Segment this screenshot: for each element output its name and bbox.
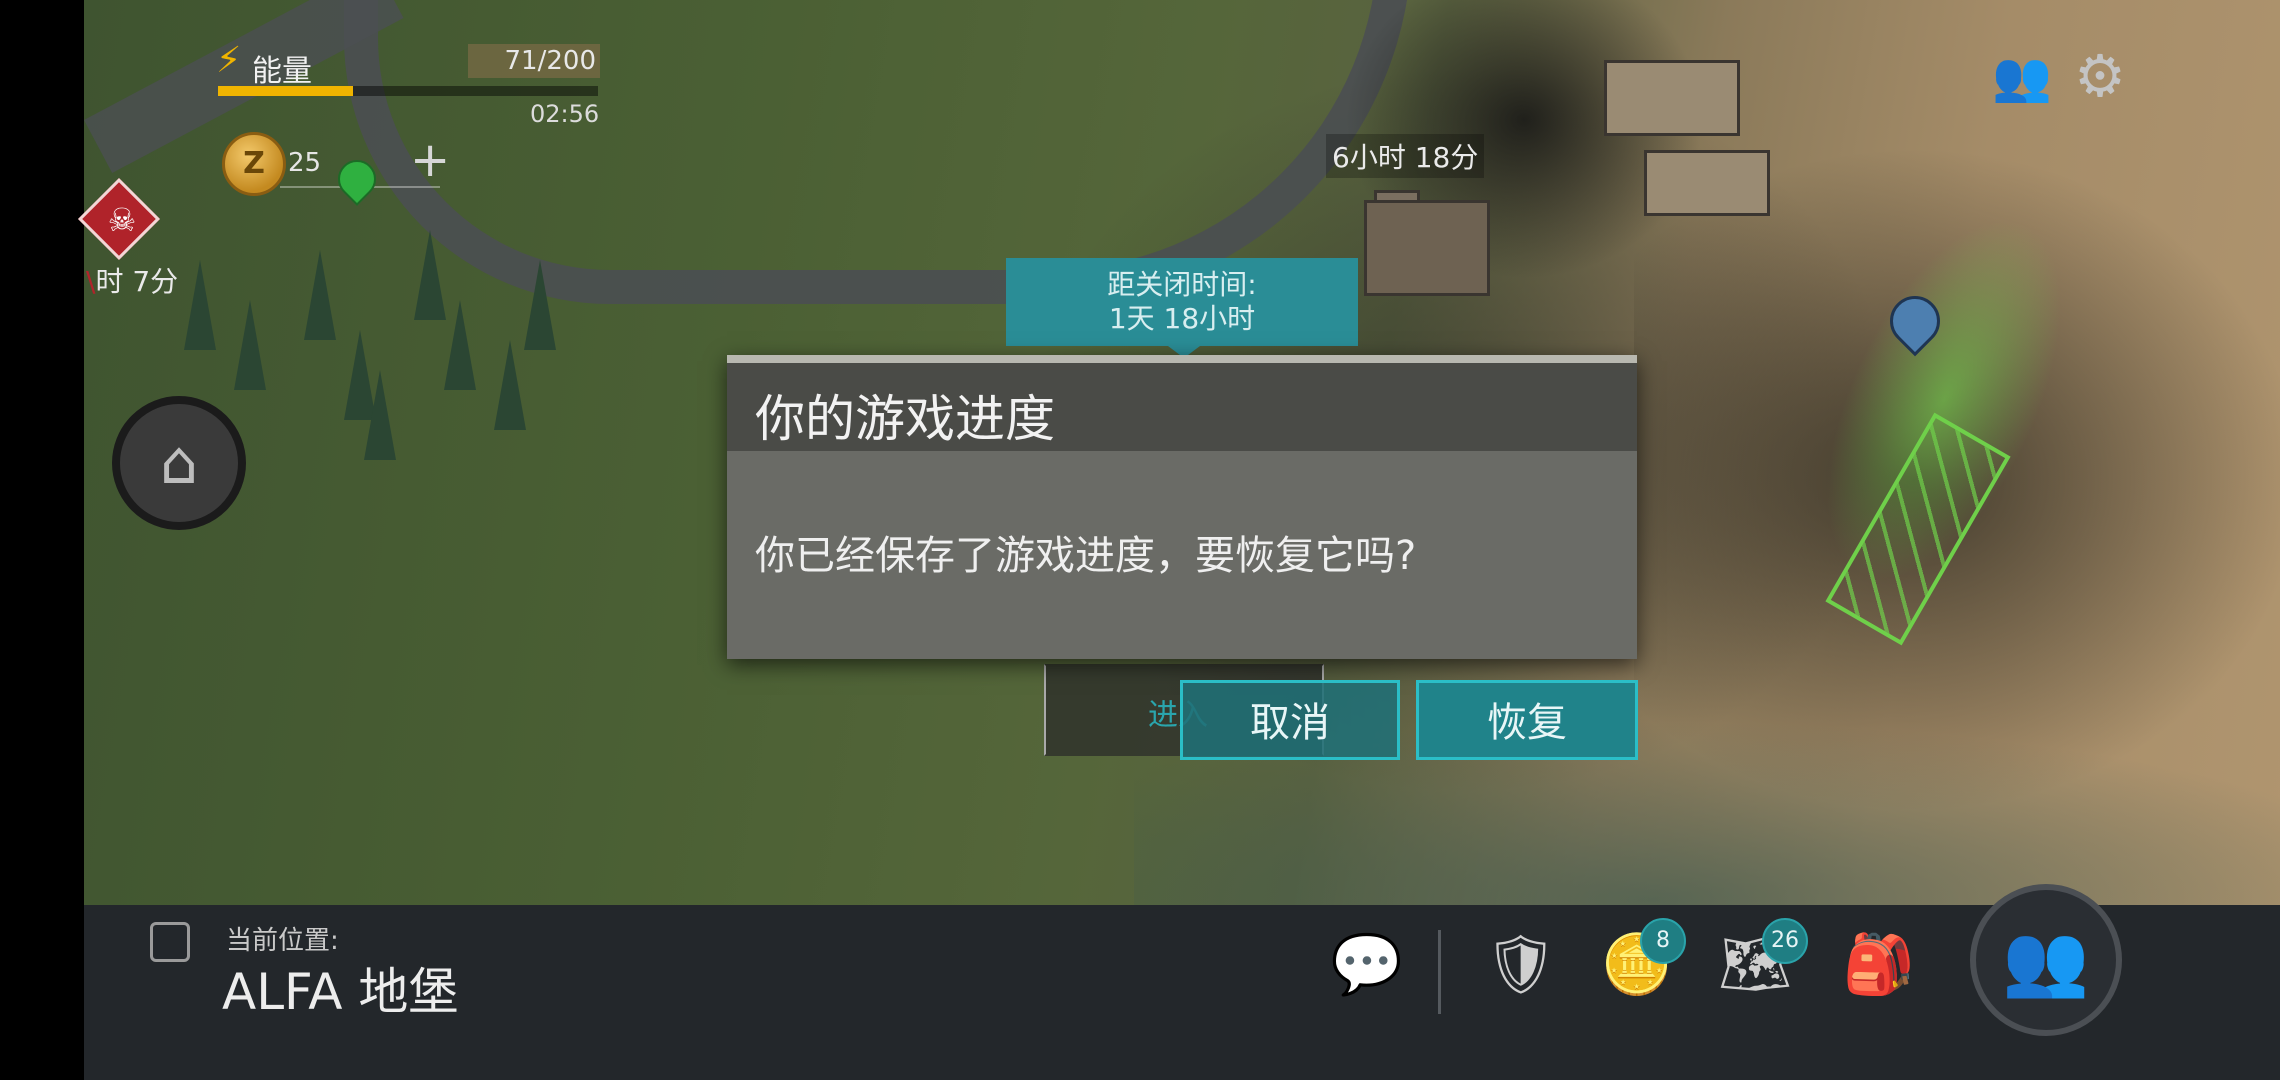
tree	[364, 370, 396, 460]
tree	[524, 260, 556, 350]
bottom-divider	[1438, 930, 1441, 1014]
danger-timer-text: 时 7分	[95, 265, 179, 298]
tree	[304, 250, 336, 340]
dialog-title: 你的游戏进度	[755, 390, 1055, 448]
map-badge: 26	[1762, 918, 1808, 964]
map-ruins	[1604, 60, 1740, 136]
energy-bar-fill	[218, 86, 353, 96]
chat-icon[interactable]: 💬	[1324, 930, 1410, 999]
coin-icon: Z	[222, 132, 286, 196]
energy-label: 能量	[252, 54, 312, 89]
dialog-message: 你已经保存了游戏进度，要恢复它吗?	[755, 533, 1417, 579]
location-timer: 6小时 18分	[1326, 134, 1485, 178]
cancel-button[interactable]: 取消	[1180, 680, 1400, 760]
danger-timer: \时 7分	[86, 265, 179, 298]
home-button[interactable]: ⌂	[112, 396, 246, 530]
characters-icon: 👥	[2002, 919, 2090, 1001]
closing-time-value: 1天 18小时	[1108, 302, 1256, 335]
characters-button[interactable]: 👥	[1970, 884, 2122, 1036]
tree	[414, 230, 446, 320]
friends-icon[interactable]: 👥	[1992, 48, 2052, 105]
skull-icon: ☠	[107, 201, 137, 239]
backpack-icon[interactable]: 🎒	[1836, 930, 1922, 999]
restore-button[interactable]: 恢复	[1416, 680, 1638, 760]
map-building-burning[interactable]	[1364, 200, 1490, 296]
closing-time-banner: 距关闭时间: 1天 18小时	[1006, 258, 1358, 346]
lightning-icon: ⚡	[216, 40, 242, 81]
shield-star-icon[interactable]: 🛡	[1478, 930, 1564, 999]
home-icon: ⌂	[159, 428, 199, 498]
add-currency-button[interactable]: +	[410, 136, 450, 184]
energy-timer: 02:56	[530, 100, 600, 128]
map-ruins	[1644, 150, 1770, 216]
current-location-name: ALFA 地堡	[222, 963, 459, 1021]
coin-count: 25	[288, 148, 322, 178]
closing-time-label: 距关闭时间:	[1107, 268, 1257, 301]
coins-badge: 8	[1640, 918, 1686, 964]
gear-icon[interactable]: ⚙	[2074, 42, 2126, 110]
tree	[184, 260, 216, 350]
tree	[234, 300, 266, 390]
tree	[494, 340, 526, 430]
tree	[444, 300, 476, 390]
location-checkbox[interactable]	[150, 922, 190, 962]
screen-left-bar	[0, 0, 84, 1080]
dialog-top-border	[727, 355, 1637, 363]
energy-count: 71/200	[468, 44, 600, 78]
energy-bar	[218, 86, 598, 96]
restore-progress-dialog: 你的游戏进度 你已经保存了游戏进度，要恢复它吗?	[727, 355, 1637, 659]
